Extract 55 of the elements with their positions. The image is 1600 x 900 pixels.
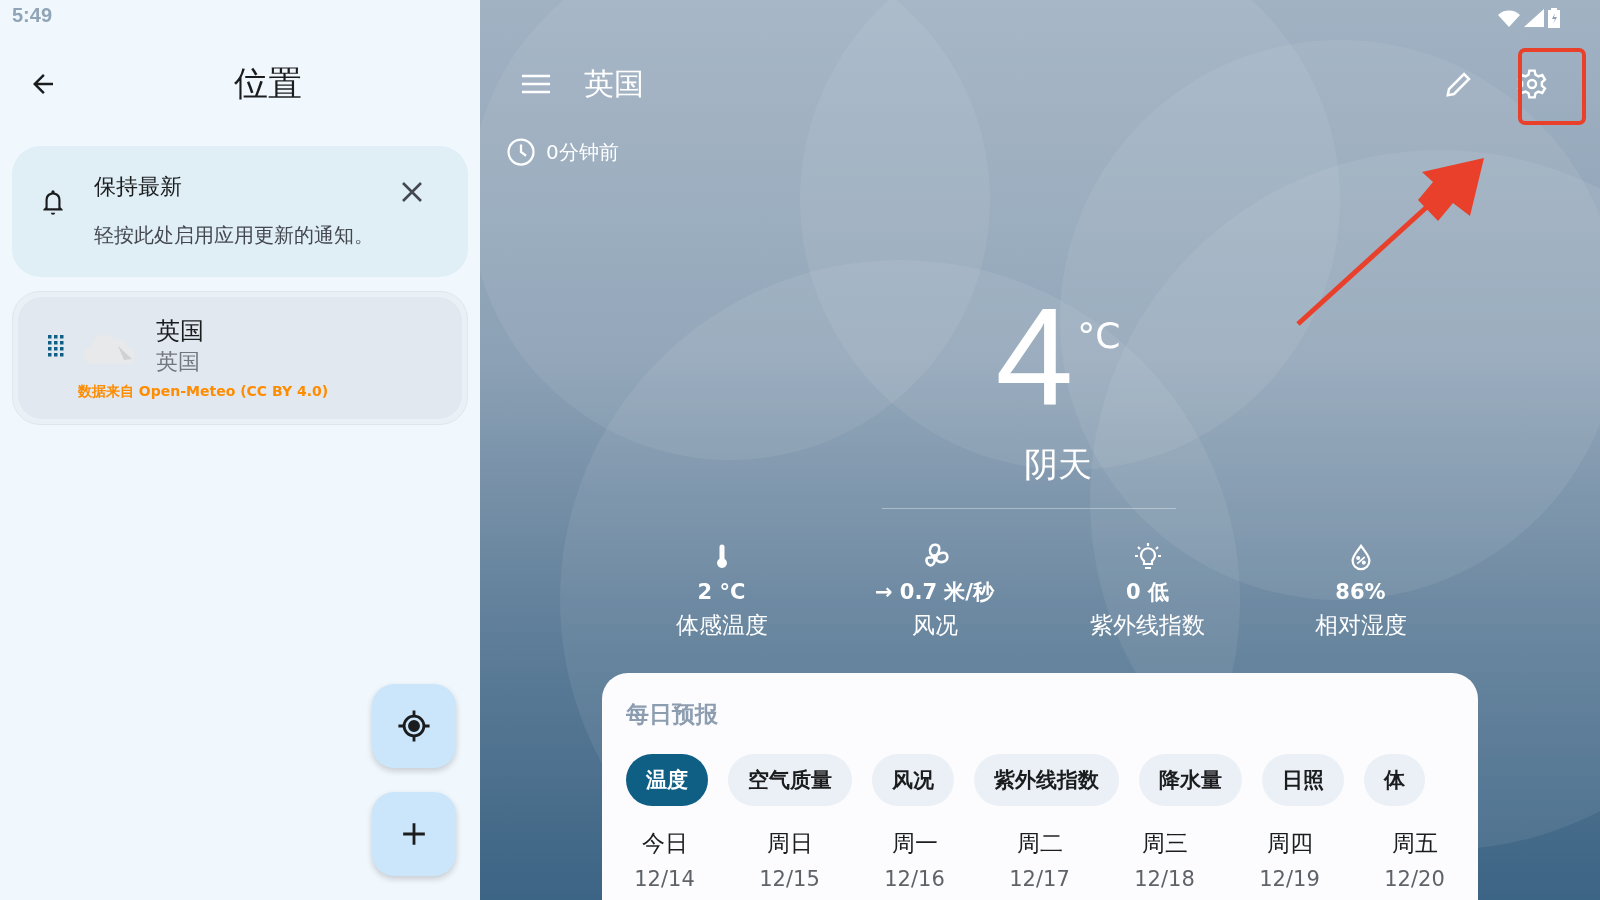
detail-value: → 0.7 米/秒 — [874, 579, 995, 606]
data-source-text: 数据来自 Open-Meteo (CC BY 4.0) — [78, 383, 329, 401]
forecast-tab[interactable]: 降水量 — [1139, 754, 1242, 806]
location-title: 英国 — [584, 64, 644, 103]
forecast-day: 周五 — [1391, 826, 1438, 860]
temperature-value: 4 — [995, 287, 1074, 427]
plus-icon — [401, 821, 427, 847]
forecast-date: 12/17 — [1009, 866, 1070, 893]
detail-value: 86% — [1335, 579, 1386, 606]
updated-time: 0分钟前 — [546, 138, 619, 166]
forecast-tab[interactable]: 紫外线指数 — [974, 754, 1119, 806]
update-notice-card[interactable]: 保持最新 轻按此处启用应用更新的通知。 — [12, 146, 468, 277]
detail-label: 风况 — [911, 611, 958, 640]
add-button[interactable] — [372, 792, 456, 876]
drag-handle-icon[interactable] — [48, 335, 64, 357]
forecast-day: 今日 — [641, 826, 688, 860]
forecast-tab[interactable]: 体 — [1364, 754, 1425, 806]
forecast-date: 12/19 — [1259, 866, 1320, 893]
crosshair-icon — [397, 709, 431, 743]
detail-value: 0 低 — [1126, 579, 1169, 606]
location-subtitle: 英国 — [156, 348, 201, 376]
location-card[interactable]: 英国 英国 数据来自 Open-Meteo (CC BY 4.0) — [18, 297, 462, 419]
close-button[interactable] — [400, 180, 424, 204]
page-title: 位置 — [234, 62, 302, 105]
detail-label: 相对湿度 — [1314, 611, 1407, 640]
forecast-date: 12/18 — [1134, 866, 1195, 893]
forecast-day: 周三 — [1141, 826, 1188, 860]
notice-message: 轻按此处启用应用更新的通知。 — [94, 222, 374, 249]
locate-button[interactable] — [372, 684, 456, 768]
forecast-tab[interactable]: 风况 — [872, 754, 954, 806]
detail-value: 2 °C — [697, 579, 746, 606]
clock-icon — [506, 137, 536, 167]
signal-icon — [1524, 9, 1544, 27]
bell-icon — [40, 188, 66, 218]
status-time: 5:49 — [12, 4, 53, 27]
forecast-day: 周一 — [891, 826, 938, 860]
forecast-tab[interactable]: 日照 — [1262, 754, 1344, 806]
forecast-day: 周四 — [1266, 826, 1313, 860]
location-name: 英国 — [156, 316, 204, 347]
forecast-date: 12/14 — [634, 866, 695, 893]
battery-icon — [1548, 8, 1560, 28]
detail-label: 体感温度 — [675, 611, 768, 640]
wifi-icon — [1498, 9, 1520, 27]
notice-title: 保持最新 — [94, 173, 183, 201]
forecast-date: 12/16 — [884, 866, 945, 893]
forecast-tab[interactable]: 空气质量 — [728, 754, 852, 806]
forecast-date: 12/15 — [759, 866, 820, 893]
forecast-day: 周二 — [1016, 826, 1063, 860]
forecast-day: 周日 — [766, 826, 813, 860]
temperature-unit: °C — [1077, 315, 1121, 358]
weather-condition: 阴天 — [1023, 444, 1092, 484]
card-title: 每日预报 — [625, 700, 719, 729]
detail-label: 紫外线指数 — [1090, 611, 1205, 640]
forecast-tab[interactable]: 温度 — [626, 754, 708, 806]
forecast-date: 12/20 — [1384, 866, 1445, 893]
